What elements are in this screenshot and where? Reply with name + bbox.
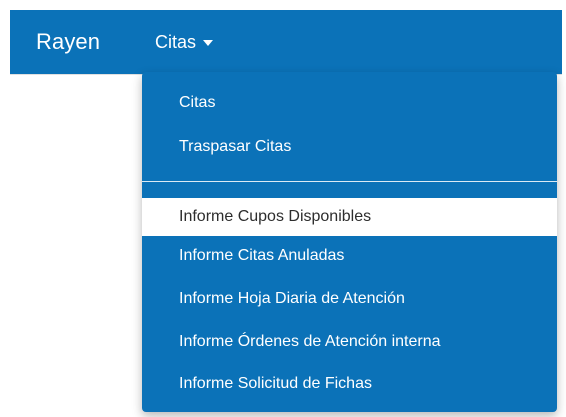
menu-item-informe-citas-anuladas[interactable]: Informe Citas Anuladas [142,244,557,268]
menu-item-informe-ordenes-atencion-interna[interactable]: Informe Órdenes de Atención interna [142,330,557,354]
citas-menu-label: Citas [155,32,197,52]
citas-dropdown-menu: Citas Traspasar Citas Informe Cupos Disp… [142,72,557,412]
menu-item-informe-cupos-disponibles[interactable]: Informe Cupos Disponibles [142,198,557,236]
caret-down-icon [203,40,214,46]
menu-item-informe-hoja-diaria-atencion[interactable]: Informe Hoja Diaria de Atención [142,287,557,311]
menu-item-citas[interactable]: Citas [142,91,557,115]
brand-link[interactable]: Rayen [36,28,100,56]
menu-item-traspasar-citas[interactable]: Traspasar Citas [142,135,557,159]
menu-divider [142,181,557,182]
menu-item-informe-solicitud-fichas[interactable]: Informe Solicitud de Fichas [142,372,557,396]
citas-dropdown-toggle[interactable]: Citas [155,28,214,56]
top-navbar: Rayen Citas [10,10,562,74]
